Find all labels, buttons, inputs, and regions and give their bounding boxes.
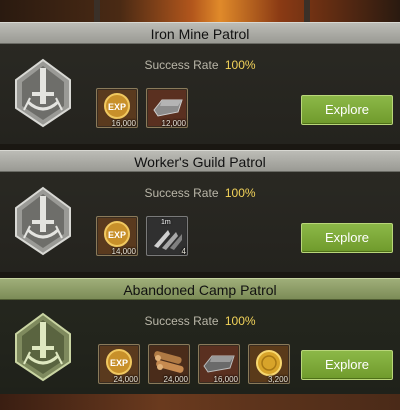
- frame-post-right: [304, 0, 310, 22]
- patrol-card-iron-mine: Iron Mine Patrol Success Rate 100% EXP 1…: [0, 22, 400, 144]
- success-rate-value: 100%: [224, 58, 256, 72]
- explore-button[interactable]: Explore: [301, 223, 393, 253]
- reward-amount: 14,000: [111, 247, 136, 256]
- reward-wood: 24,000: [148, 344, 190, 384]
- reward-amount: 3,200: [267, 375, 288, 384]
- reward-amount: 12,000: [161, 119, 186, 128]
- patrol-card-abandoned-camp: Abandoned Camp Patrol Success Rate 100% …: [0, 278, 400, 394]
- reward-exp: EXP 16,000: [96, 88, 138, 128]
- svg-text:EXP: EXP: [108, 230, 126, 240]
- success-rate-label: Success Rate: [144, 314, 219, 328]
- success-rate: Success Rate 100%: [0, 186, 400, 200]
- reward-amount: 24,000: [163, 375, 188, 384]
- success-rate-label: Success Rate: [144, 186, 219, 200]
- reward-exp: EXP 14,000: [96, 216, 138, 256]
- success-rate: Success Rate 100%: [0, 58, 400, 72]
- background-artwork-bottom: [0, 394, 400, 410]
- frame-post-left: [94, 0, 100, 22]
- success-rate-label: Success Rate: [144, 58, 219, 72]
- reward-amount: 16,000: [213, 375, 238, 384]
- patrol-title: Abandoned Camp Patrol: [0, 278, 400, 300]
- svg-text:EXP: EXP: [108, 102, 126, 112]
- success-rate-value: 100%: [224, 186, 256, 200]
- patrol-title: Worker's Guild Patrol: [0, 150, 400, 172]
- reward-amount: 16,000: [111, 119, 136, 128]
- explore-button[interactable]: Explore: [301, 95, 393, 125]
- reward-iron: 12,000: [146, 88, 188, 128]
- success-rate: Success Rate 100%: [0, 314, 400, 328]
- reward-iron: 16,000: [198, 344, 240, 384]
- patrol-card-workers-guild: Worker's Guild Patrol Success Rate 100% …: [0, 150, 400, 272]
- reward-gold: 3,200: [248, 344, 290, 384]
- background-artwork-top: [0, 0, 400, 22]
- reward-speedup: 1m 4: [146, 216, 188, 256]
- reward-amount: 24,000: [113, 375, 138, 384]
- patrol-title: Iron Mine Patrol: [0, 22, 400, 44]
- svg-text:EXP: EXP: [110, 358, 128, 368]
- reward-amount: 4: [181, 247, 186, 256]
- success-rate-value: 100%: [224, 314, 256, 328]
- reward-exp: EXP 24,000: [98, 344, 140, 384]
- explore-button[interactable]: Explore: [301, 350, 393, 380]
- speedup-duration-badge: 1m: [161, 219, 171, 226]
